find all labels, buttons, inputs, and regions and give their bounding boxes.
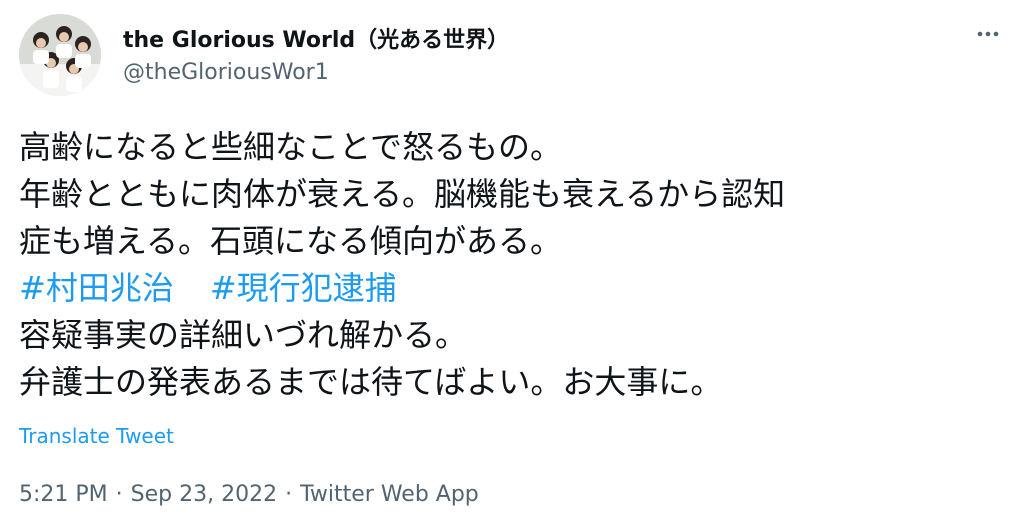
avatar-image <box>19 14 101 96</box>
avatar[interactable] <box>19 14 101 96</box>
tweet-line: 年齢とともに肉体が衰える。脳機能も衰えるから認知 <box>19 175 786 213</box>
tweet-line: 容疑事実の詳細いづれ解かる。 <box>19 316 468 354</box>
more-horizontal-icon[interactable] <box>970 22 1006 46</box>
tweet-time-link[interactable]: 5:21 PM <box>19 482 108 507</box>
hashtag-link[interactable]: #現行犯逮捕 <box>210 269 397 307</box>
tweet-metadata: 5:21 PM · Sep 23, 2022 · Twitter Web App <box>19 482 479 507</box>
tweet-card: the Glorious World（光ある世界） @theGloriousWo… <box>0 0 1024 529</box>
meta-separator: · <box>285 482 293 507</box>
author-display-name[interactable]: the Glorious World（光ある世界） <box>123 22 509 54</box>
tweet-date-link[interactable]: Sep 23, 2022 <box>131 482 277 507</box>
tweet-line: 弁護士の発表あるまでは待てばよい。お大事に。 <box>19 363 723 401</box>
hashtag-link[interactable]: #村田兆治 <box>19 269 174 307</box>
tweet-source-link[interactable]: Twitter Web App <box>300 482 479 507</box>
tweet-line: 高齢になると些細なことで怒るもの。 <box>19 128 563 166</box>
hashtag-line: #村田兆治 #現行犯逮捕 <box>19 265 1009 312</box>
tweet-line: 症も増える。石頭になる傾向がある。 <box>19 222 563 260</box>
meta-separator: · <box>115 482 123 507</box>
author-handle[interactable]: @theGloriousWor1 <box>123 60 329 85</box>
translate-tweet-link[interactable]: Translate Tweet <box>19 424 174 448</box>
tweet-text: 高齢になると些細なことで怒るもの。 年齢とともに肉体が衰える。脳機能も衰えるから… <box>19 124 1009 406</box>
